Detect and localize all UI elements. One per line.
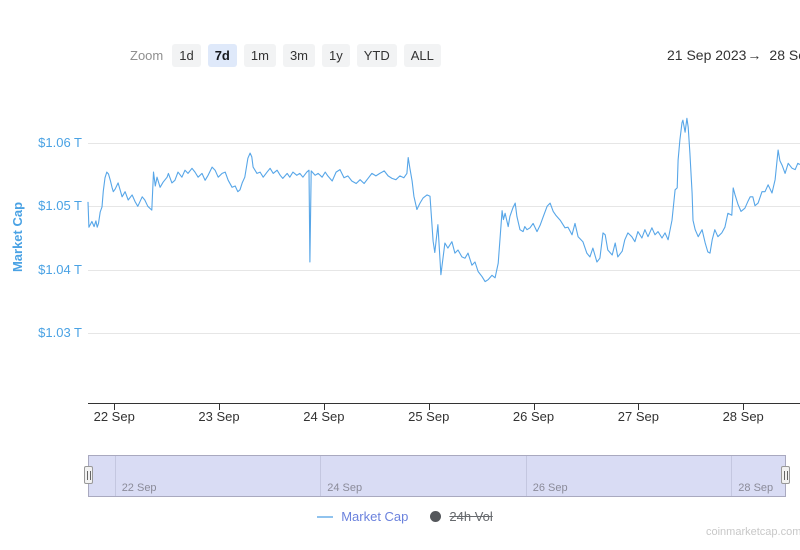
range-to[interactable]: 28 Sep 2023 — [769, 47, 800, 63]
zoom-button-3m[interactable]: 3m — [283, 44, 315, 67]
x-tick-label: 28 Sep — [713, 409, 773, 424]
navigator-tick-label: 24 Sep — [327, 482, 362, 494]
gridline-horizontal — [88, 270, 800, 271]
x-tick-label: 22 Sep — [84, 409, 144, 424]
x-axis-line — [88, 403, 800, 404]
market-cap-chart: Zoom 1d 7d 1m 3m 1y YTD ALL 21 Sep 2023→ 28 Sep… — [0, 0, 800, 550]
y-axis-title: Market Cap — [10, 137, 28, 337]
x-tick-label: 25 Sep — [399, 409, 459, 424]
y-tick-label: $1.05 T — [10, 198, 82, 213]
navigator-handle-left[interactable] — [84, 466, 93, 484]
legend-item-market-cap[interactable]: Market Cap — [317, 509, 408, 524]
zoom-button-1d[interactable]: 1d — [172, 44, 200, 67]
x-tick-label: 26 Sep — [504, 409, 564, 424]
zoom-label: Zoom — [130, 48, 163, 63]
navigator-handle-right[interactable] — [781, 466, 790, 484]
navigator-tick-label: 22 Sep — [122, 482, 157, 494]
gridline-horizontal — [88, 206, 800, 207]
y-tick-label: $1.06 T — [10, 135, 82, 150]
gridline-horizontal — [88, 333, 800, 334]
y-tick-label: $1.04 T — [10, 262, 82, 277]
navigator-gridline — [731, 456, 732, 496]
navigator-scrollbar[interactable]: 22 Sep 24 Sep 26 Sep 28 Sep — [88, 455, 786, 497]
chart-toolbar: Zoom 1d 7d 1m 3m 1y YTD ALL — [130, 44, 448, 67]
date-range-display[interactable]: 21 Sep 2023→ 28 Sep 2023 — [667, 47, 800, 63]
range-arrow-icon: → — [747, 47, 761, 63]
legend-label: 24h Vol — [449, 509, 492, 524]
legend-label: Market Cap — [341, 509, 408, 524]
navigator-tick-label: 26 Sep — [533, 482, 568, 494]
watermark: coinmarketcap.com — [706, 526, 800, 538]
navigator-gridline — [526, 456, 527, 496]
legend-item-24h-vol[interactable]: 24h Vol — [430, 509, 492, 524]
circle-swatch-icon — [430, 511, 441, 522]
x-tick-label: 23 Sep — [189, 409, 249, 424]
zoom-button-1m[interactable]: 1m — [244, 44, 276, 67]
x-tick-label: 27 Sep — [608, 409, 668, 424]
navigator-gridline — [320, 456, 321, 496]
navigator-tick-label: 28 Sep — [738, 482, 773, 494]
legend: Market Cap 24h Vol — [0, 509, 800, 524]
x-tick-label: 24 Sep — [294, 409, 354, 424]
zoom-button-all[interactable]: ALL — [404, 44, 441, 67]
range-from[interactable]: 21 Sep 2023 — [667, 47, 746, 63]
zoom-button-1y[interactable]: 1y — [322, 44, 350, 67]
gridline-horizontal — [88, 143, 800, 144]
zoom-button-group: 1d 7d 1m 3m 1y YTD ALL — [172, 44, 448, 67]
y-tick-label: $1.03 T — [10, 325, 82, 340]
line-swatch-icon — [317, 516, 333, 518]
zoom-button-ytd[interactable]: YTD — [357, 44, 397, 67]
zoom-button-7d[interactable]: 7d — [208, 44, 237, 67]
navigator-gridline — [115, 456, 116, 496]
